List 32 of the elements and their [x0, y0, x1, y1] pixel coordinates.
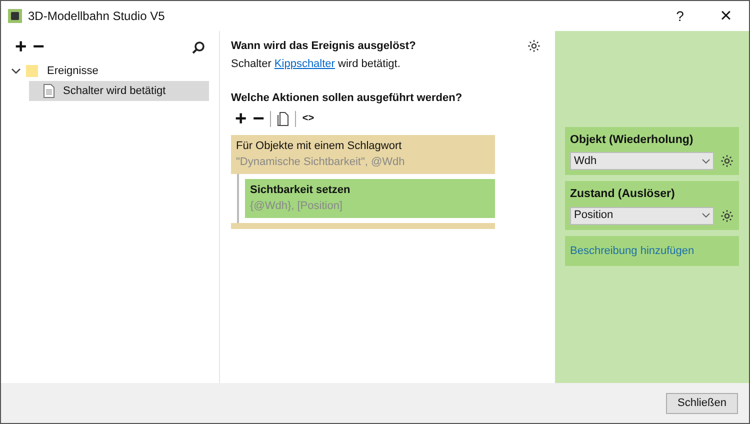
link[interactable]: Kippschalter [274, 58, 335, 70]
folder-icon [25, 64, 39, 78]
remove-button[interactable]: − [32, 37, 44, 57]
app-logo-icon [8, 9, 22, 23]
trigger-description: Schalter Kippschalter wird betätigt. [231, 56, 402, 72]
action-block[interactable]: Sichtbarkeit setzen {@Wdh}, [Position] [245, 178, 495, 218]
search-icon[interactable] [192, 40, 205, 54]
copy-icon[interactable] [277, 112, 290, 126]
remove-button[interactable]: − [252, 108, 264, 128]
settings-icon[interactable] [720, 154, 734, 168]
property-label: Objekt (Wiederholung) [570, 133, 694, 148]
section-heading: Welche Aktionen sollen ausgeführt werden? [231, 91, 464, 106]
close-button[interactable]: × [703, 1, 749, 31]
add-button[interactable]: + [15, 37, 27, 57]
tree-item[interactable]: Ereignisse [11, 61, 209, 81]
dropdown[interactable]: Position [570, 206, 714, 224]
chevron-icon [702, 213, 710, 218]
add-button[interactable]: + [235, 108, 247, 128]
chevron-icon[interactable] [11, 66, 21, 76]
chevron-icon [702, 158, 710, 164]
property-label: Zustand (Auslöser) [570, 187, 676, 202]
document-icon [43, 84, 55, 98]
window-title: 3D-Modellbahn Studio V5 [28, 8, 165, 25]
settings-icon[interactable] [720, 208, 734, 222]
dropdown[interactable]: Wdh [570, 152, 714, 170]
action-block[interactable]: Für Objekte mit einem Schlagwort "Dynamische Sichtbarkeit", @Wdh [231, 134, 495, 174]
settings-icon[interactable] [527, 39, 541, 54]
tree-item[interactable]: Schalter wird betätigt [29, 81, 209, 101]
code-button[interactable]: <> [302, 111, 314, 126]
close-dialog-button[interactable]: Schließen [666, 392, 738, 414]
help-button[interactable]: ? [657, 1, 703, 31]
section-heading: Wann wird das Ereignis ausgelöst? [231, 39, 416, 54]
